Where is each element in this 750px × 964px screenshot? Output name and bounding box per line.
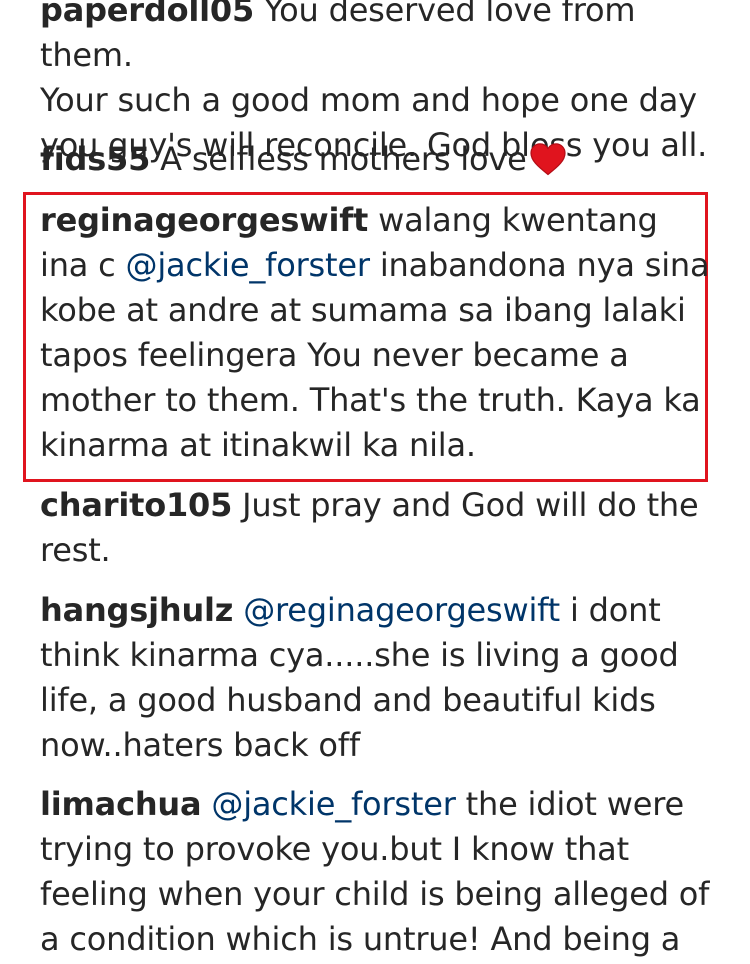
comment-text: A selfless mothers love xyxy=(160,140,527,178)
comment-mention[interactable]: @reginageorgeswift xyxy=(243,591,560,629)
comment-username[interactable]: fids55 xyxy=(40,140,150,178)
comment-username[interactable]: limachua xyxy=(40,785,202,823)
heart-icon xyxy=(529,143,566,176)
comment-item: charito105 Just pray and God will do the… xyxy=(40,483,710,573)
comment-username[interactable]: charito105 xyxy=(40,486,232,524)
comment-item: hangsjhulz @reginageorgeswift i dont thi… xyxy=(40,588,710,768)
comment-mention[interactable]: @jackie_forster xyxy=(211,785,455,823)
comment-username[interactable]: hangsjhulz xyxy=(40,591,233,629)
comment-username[interactable]: paperdoll05 xyxy=(40,0,254,29)
comment-item: limachua @jackie_forster the idiot were … xyxy=(40,782,710,962)
comment-mention[interactable]: @jackie_forster xyxy=(126,246,370,284)
comment-text-line: Your such a good mom and hope one day xyxy=(40,81,697,119)
comment-item-highlighted: reginageorgeswift walang kwentang ina c … xyxy=(40,198,710,468)
comment-item: fids55 A selfless mothers love xyxy=(40,137,710,182)
comment-username[interactable]: reginageorgeswift xyxy=(40,201,368,239)
